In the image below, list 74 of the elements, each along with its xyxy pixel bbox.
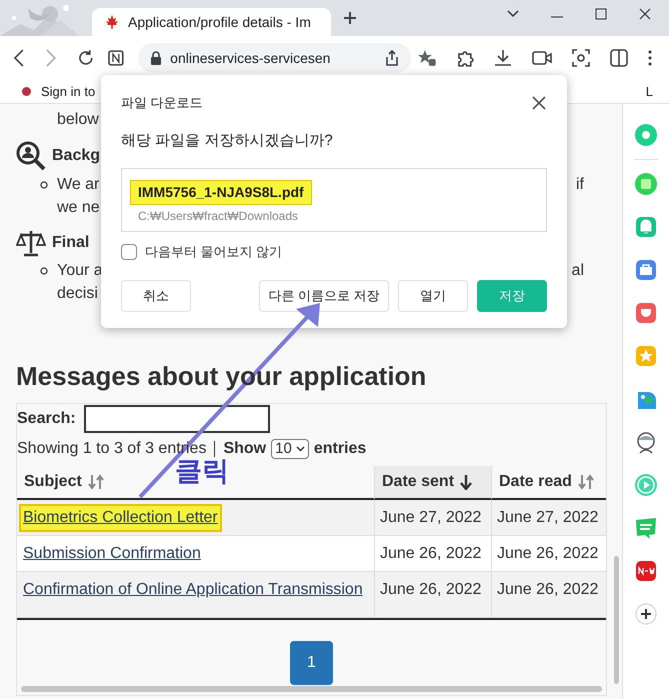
url-text: onlineservices-servicesen [170, 48, 330, 68]
bookmark-star-icon[interactable] [416, 49, 436, 67]
video-icon[interactable] [532, 50, 552, 66]
file-name: IMM5756_1-NJA9S8L.pdf [130, 180, 312, 205]
table-cell: June 27, 2022 [374, 500, 491, 536]
close-icon[interactable] [639, 8, 651, 20]
dialog-message: 해당 파일을 저장하시겠습니까? [121, 130, 334, 150]
sort-icon [578, 474, 594, 490]
annotation-label: 클릭 [175, 458, 229, 485]
body-text: below [56, 110, 100, 130]
download-icon[interactable] [494, 49, 512, 67]
horizontal-scrollbar[interactable] [21, 686, 602, 692]
lock-icon [150, 51, 162, 65]
vertical-scrollbar[interactable] [614, 556, 619, 684]
body-text: We ar [57, 175, 100, 195]
more-menu-icon[interactable] [648, 50, 652, 66]
dialog-button[interactable]: 다른 이름으로 저장 [259, 280, 389, 312]
section-heading: Final [52, 233, 90, 253]
chevron-down-icon[interactable] [507, 10, 519, 18]
screenshot-icon[interactable] [572, 49, 590, 67]
puzzle-icon[interactable] [456, 49, 474, 67]
section-heading: Backg [52, 146, 100, 166]
dialog-button[interactable]: 취소 [121, 280, 191, 312]
page-button[interactable]: 1 [290, 641, 333, 685]
sort-icon [88, 474, 104, 490]
n-icon[interactable] [108, 50, 124, 66]
message-link[interactable]: Confirmation of Online Application Transmission [21, 578, 365, 602]
body-text: al [572, 261, 585, 281]
body-text: decisi [57, 284, 98, 304]
scales-icon [16, 229, 46, 257]
table-cell: June 26, 2022 [374, 572, 491, 618]
reload-icon[interactable] [76, 49, 94, 67]
message-link[interactable]: Biometrics Collection Letter [21, 506, 220, 530]
field-label: Search: [17, 409, 76, 429]
add-icon[interactable] [633, 601, 659, 627]
page-size-select[interactable]: 10 [271, 439, 309, 459]
file-path: C:₩Users₩fract₩Downloads [138, 208, 298, 225]
share-icon[interactable] [384, 50, 399, 66]
bookmark-item[interactable]: L [646, 82, 653, 102]
pocket-icon[interactable] [633, 300, 659, 326]
body-text: we ne [57, 198, 100, 218]
bookmark-label: Sign in to [41, 82, 96, 101]
browser-tab[interactable]: Application/profile details - Im [92, 8, 331, 36]
back-icon[interactable] [13, 49, 25, 67]
table-cell: June 26, 2022 [491, 572, 606, 618]
magnifier-person-icon [16, 141, 46, 171]
tab-title: Application/profile details - Im [128, 12, 311, 32]
new-tab-icon[interactable] [343, 11, 357, 25]
close-icon[interactable] [532, 96, 546, 110]
briefcase-icon[interactable] [633, 257, 659, 283]
app-icon[interactable] [633, 558, 659, 584]
body-text: if [576, 175, 585, 195]
column-header[interactable]: Date read [499, 470, 594, 494]
address-bar[interactable]: onlineservices-servicesen [138, 43, 411, 73]
dialog-button[interactable]: 열기 [398, 280, 468, 312]
field-label: entries [314, 439, 366, 459]
sort-descending-icon [460, 474, 472, 490]
bullet-icon [40, 180, 48, 188]
bookmark-item[interactable]: Sign in to [22, 82, 96, 102]
table-cell: June 27, 2022 [491, 500, 606, 536]
dialog-title: 파일 다운로드 [121, 94, 203, 112]
message-link[interactable]: Submission Confirmation [21, 542, 203, 566]
split-view-icon[interactable] [610, 49, 628, 67]
maple-leaf-icon [104, 14, 120, 30]
table-cell: June 26, 2022 [491, 536, 606, 572]
table-cell: June 26, 2022 [374, 536, 491, 572]
maximize-icon[interactable] [595, 8, 607, 20]
checkbox-label: 다음부터 물어보지 않기 [145, 243, 282, 261]
caret-icon [296, 446, 305, 452]
search-field[interactable] [84, 405, 270, 433]
bullet-icon [40, 266, 48, 274]
field-label: Show [223, 439, 266, 459]
checkbox[interactable] [121, 244, 137, 260]
column-header[interactable]: Subject [24, 470, 104, 494]
